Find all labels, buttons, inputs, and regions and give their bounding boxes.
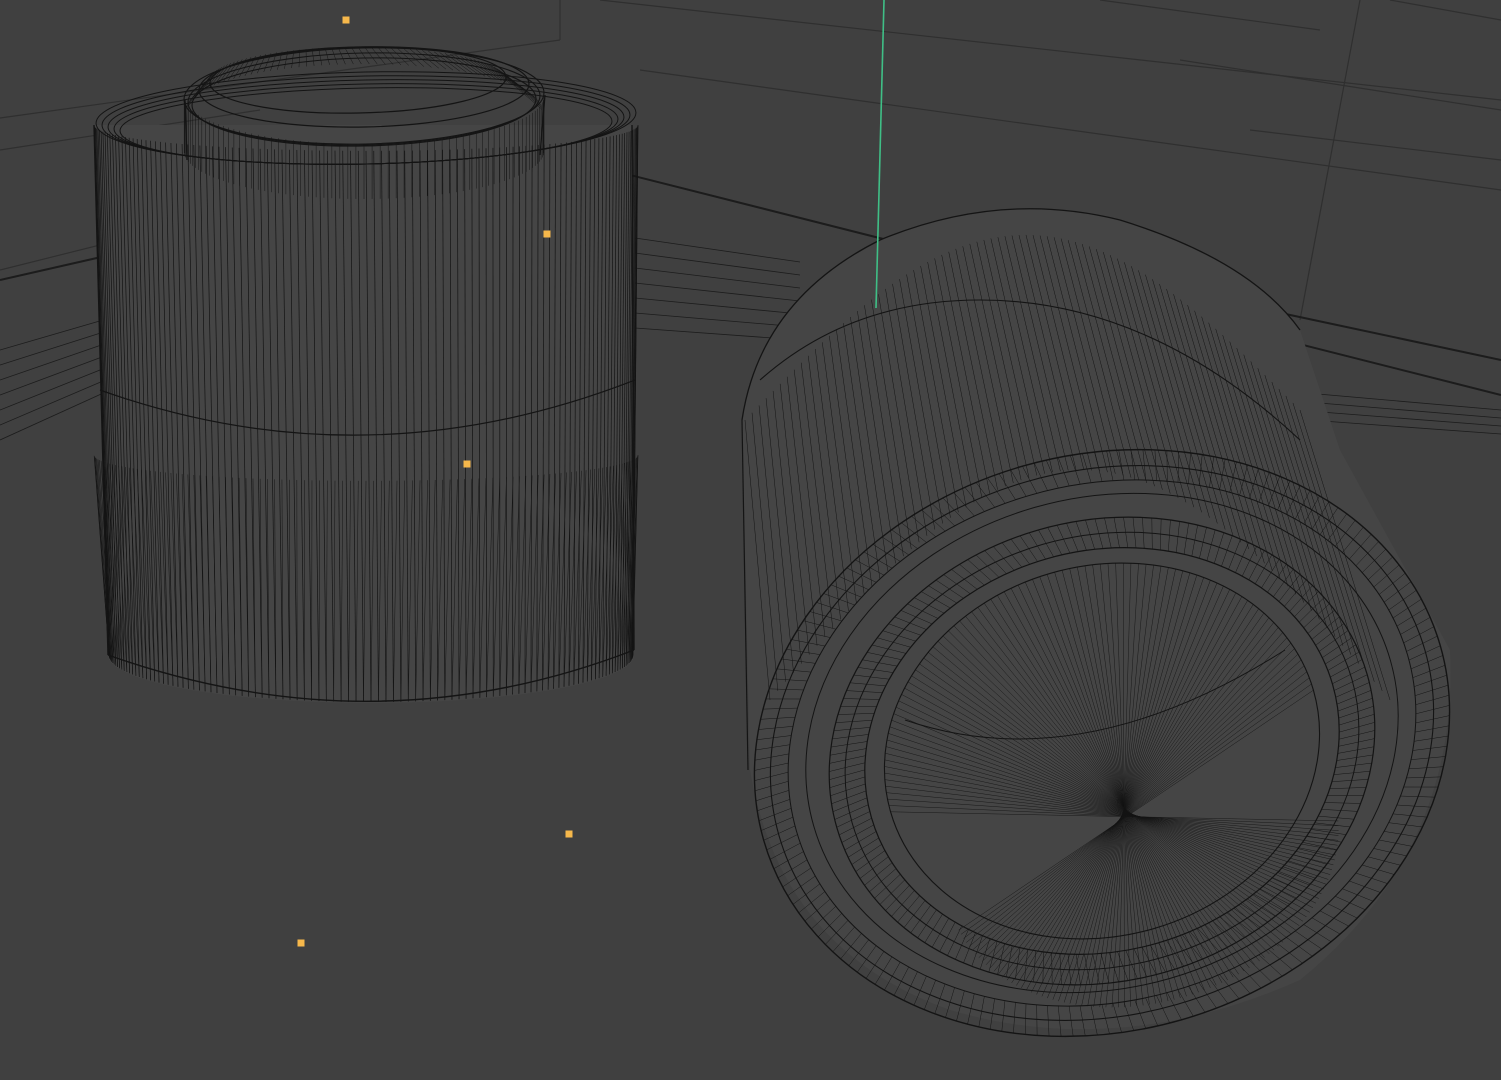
light-marker[interactable] xyxy=(565,830,573,838)
light-marker[interactable] xyxy=(297,939,305,947)
upright-body-fill xyxy=(94,125,634,703)
light-marker[interactable] xyxy=(463,460,471,468)
light-marker[interactable] xyxy=(342,16,350,24)
light-marker[interactable] xyxy=(543,230,551,238)
viewport-scene[interactable] xyxy=(0,0,1501,1080)
3d-viewport[interactable] xyxy=(0,0,1501,1080)
cylinder-container-upright[interactable] xyxy=(93,44,639,703)
